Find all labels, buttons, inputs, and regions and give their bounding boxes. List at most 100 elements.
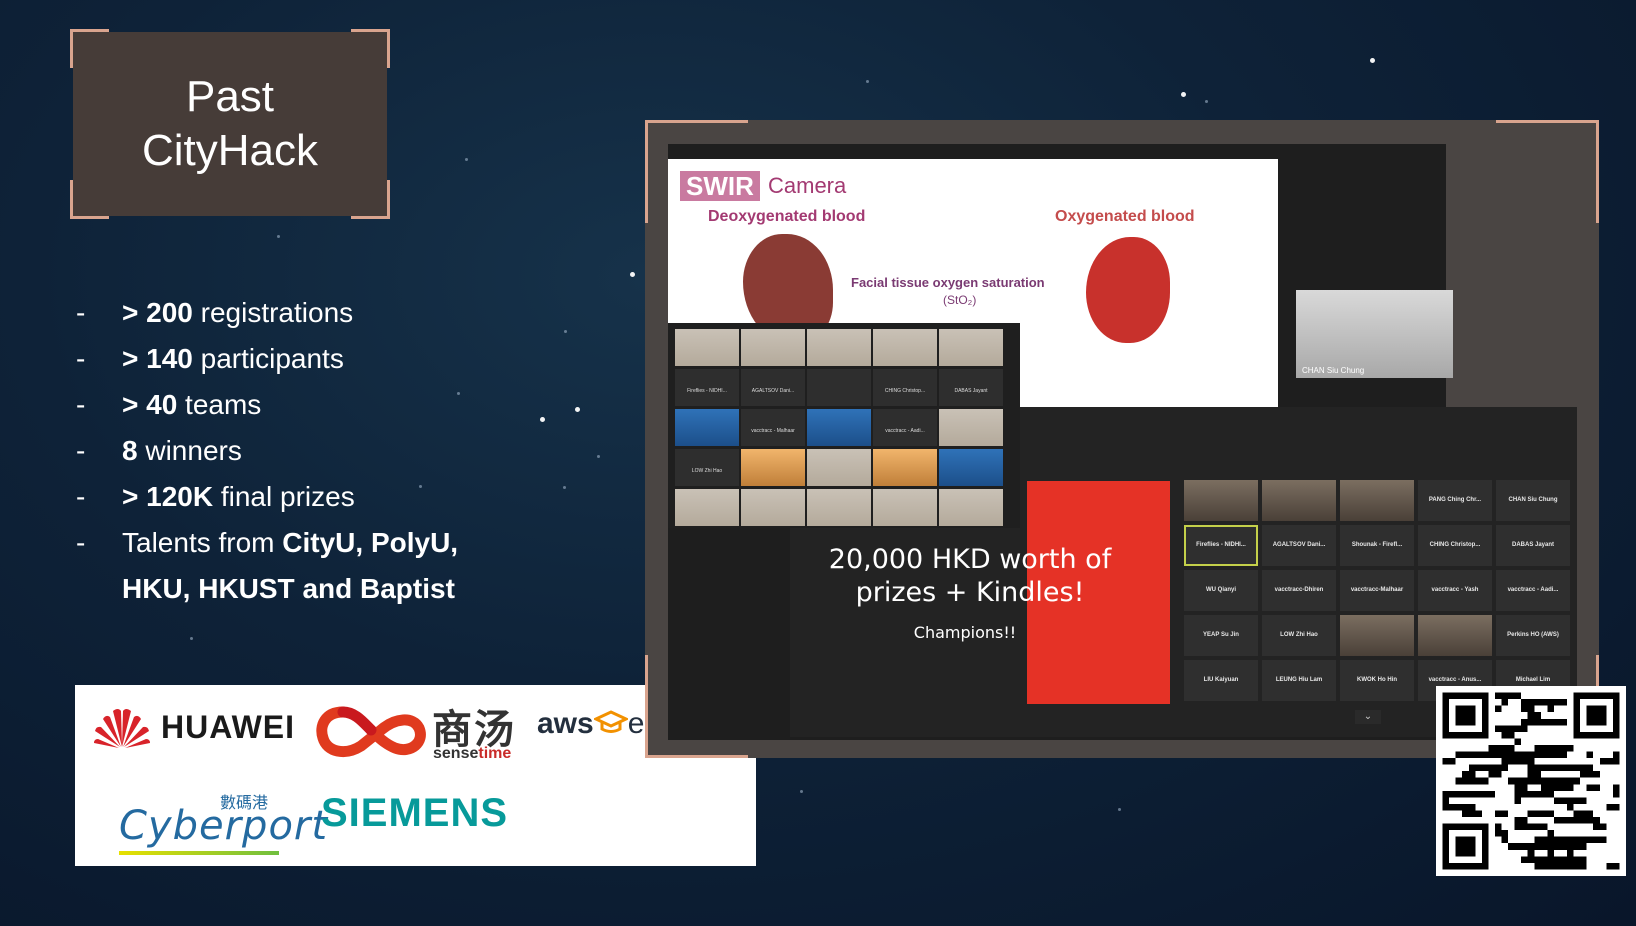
sensetime-logo-icon: [316, 706, 426, 758]
stat-label: final prizes: [213, 481, 355, 512]
gallery-tile: [807, 489, 871, 526]
gallery-tile: [741, 489, 805, 526]
participant-name: Shounak - Firefl...: [1351, 542, 1403, 548]
talents-prefix: Talents from: [122, 527, 283, 558]
gallery-tile: [675, 329, 739, 366]
oxy-blood-illustration: [1086, 237, 1170, 343]
gallery-tile: vacctracc - Aadi...: [873, 409, 937, 446]
bullet-dash: -: [76, 527, 86, 558]
participant-tile: [1262, 480, 1336, 521]
participant-tile: WU Qianyi: [1184, 570, 1258, 611]
gallery-tile: [675, 489, 739, 526]
participant-tile: vacctracc-Malhaar: [1340, 570, 1414, 611]
participant-name: WU Qianyi: [1205, 587, 1236, 593]
bullet-dash: -: [76, 343, 86, 374]
corner-accent: [1496, 120, 1599, 223]
stat-label: teams: [177, 389, 262, 420]
gallery-tile: [939, 409, 1003, 446]
gallery-tile-name: Fireflies - NIDHI...: [687, 388, 727, 394]
participant-name: Perkins HO (AWS): [1507, 632, 1559, 638]
bullet-dash: -: [76, 481, 86, 512]
list-item-talents: - Talents from CityU, PolyU, HKU, HKUST …: [76, 520, 636, 612]
camera-feed: CHAN Siu Chung: [1296, 290, 1453, 378]
gallery-tile: [807, 369, 871, 406]
slide-deoxy-label: Deoxygenated blood: [708, 208, 866, 225]
participant-tile: KWOK Ho Hin: [1340, 660, 1414, 701]
prize-text: 20,000 HKD worth of prizes + Kindles!: [780, 543, 1160, 609]
gallery-tile: Fireflies - NIDHI...: [675, 369, 739, 406]
gallery-tile: [939, 489, 1003, 526]
siemens-wordmark: SIEMENS: [321, 791, 509, 835]
gallery-tile-name: LOW Zhi Hao: [691, 468, 723, 474]
gallery-tile: DABAS Jayant: [939, 369, 1003, 406]
stat-label: winners: [137, 435, 242, 466]
sensetime-en-b: time: [478, 745, 512, 762]
camera-feed-name: CHAN Siu Chung: [1302, 366, 1365, 375]
participant-tile: AGALTSOV Dani...: [1262, 525, 1336, 566]
gallery-tile-name: DABAS Jayant: [954, 388, 988, 394]
slide-oxy-label: Oxygenated blood: [1055, 208, 1195, 225]
cyberport-logo-icon: [119, 851, 279, 855]
stat-value: > 120K: [122, 481, 214, 512]
participant-tile: DABAS Jayant: [1496, 525, 1570, 566]
cyberport-wordmark: Cyberport: [119, 803, 329, 849]
list-item: - > 200 registrations: [76, 290, 636, 336]
slide-sto2-label: (StO₂): [943, 293, 977, 307]
participant-tile: LOW Zhi Hao: [1262, 615, 1336, 656]
participant-name: vacctracc - Aadi...: [1507, 587, 1559, 593]
chevron-down-icon[interactable]: ⌄: [1355, 710, 1381, 724]
gallery-tile: CHING Christop...: [873, 369, 937, 406]
participant-tile: [1184, 480, 1258, 521]
gallery-tile: [873, 449, 937, 486]
gallery-tile: [741, 449, 805, 486]
participant-name: DABAS Jayant: [1511, 542, 1554, 548]
huawei-logo-icon: [94, 709, 150, 748]
gallery-tile: [807, 329, 871, 366]
sensetime-en: sensetime: [433, 745, 511, 763]
list-item: - 8 winners: [76, 428, 636, 474]
participant-tile: YEAP Su Jin: [1184, 615, 1258, 656]
aws-wordmark: aws: [537, 707, 594, 740]
gallery-tile: vacctracc - Malhaar: [741, 409, 805, 446]
gallery-tile: [939, 329, 1003, 366]
slide-camera: Camera: [768, 173, 847, 198]
gallery-tile: [741, 329, 805, 366]
gallery-tile: [873, 489, 937, 526]
participant-name: vacctracc - Anus...: [1428, 677, 1482, 683]
gallery-tile-name: AGALTSOV Dani...: [751, 388, 795, 394]
stats-list: - > 200 registrations - > 140 participants…: [76, 290, 636, 612]
participant-name: LOW Zhi Hao: [1280, 632, 1318, 638]
stat-label: registrations: [192, 297, 354, 328]
stat-value: > 200: [122, 297, 193, 328]
bullet-dash: -: [76, 389, 86, 420]
participant-tile: LEUNG Hiu Lam: [1262, 660, 1336, 701]
participant-tile: [1340, 615, 1414, 656]
gallery-tile: [807, 409, 871, 446]
title-line-2: CityHack: [141, 126, 319, 175]
list-item: - > 140 participants: [76, 336, 636, 382]
participant-tile: [1418, 615, 1492, 656]
gallery-tile: AGALTSOV Dani...: [741, 369, 805, 406]
gallery-tile-name: vacctracc - Aadi...: [885, 428, 925, 434]
event-screenshot: SWIR Camera Deoxygenated blood Oxygenate…: [645, 120, 1599, 758]
corner-accent: [70, 180, 109, 219]
video-gallery: Fireflies - NIDHI... AGALTSOV Dani... CHIN…: [668, 323, 1020, 528]
slide-facial-label: Facial tissue oxygen saturation: [851, 275, 1045, 290]
gallery-tile: [675, 409, 739, 446]
sensetime-en-a: sense: [433, 745, 479, 762]
participant-tile: CHAN Siu Chung: [1496, 480, 1570, 521]
participant-name: LEUNG Hiu Lam: [1275, 677, 1323, 683]
prize-line-1: 20,000 HKD worth of: [828, 544, 1112, 575]
gallery-tile: [873, 329, 937, 366]
participant-name: PANG Ching Chr...: [1428, 497, 1482, 503]
participant-grid: PANG Ching Chr... CHAN Siu Chung Fireflies…: [1184, 480, 1574, 704]
gallery-tile: LOW Zhi Hao: [675, 449, 739, 486]
qr-code-icon[interactable]: [1436, 686, 1626, 876]
champions-text: Champions!!: [913, 623, 1017, 642]
prize-line-2: prizes + Kindles!: [855, 577, 1085, 608]
participant-tile: vacctracc - Aadi...: [1496, 570, 1570, 611]
gallery-tile-name: vacctracc - Malhaar: [751, 428, 795, 434]
gallery-tile: [807, 449, 871, 486]
participant-name: AGALTSOV Dani...: [1272, 542, 1326, 548]
huawei-wordmark: HUAWEI: [161, 708, 295, 745]
